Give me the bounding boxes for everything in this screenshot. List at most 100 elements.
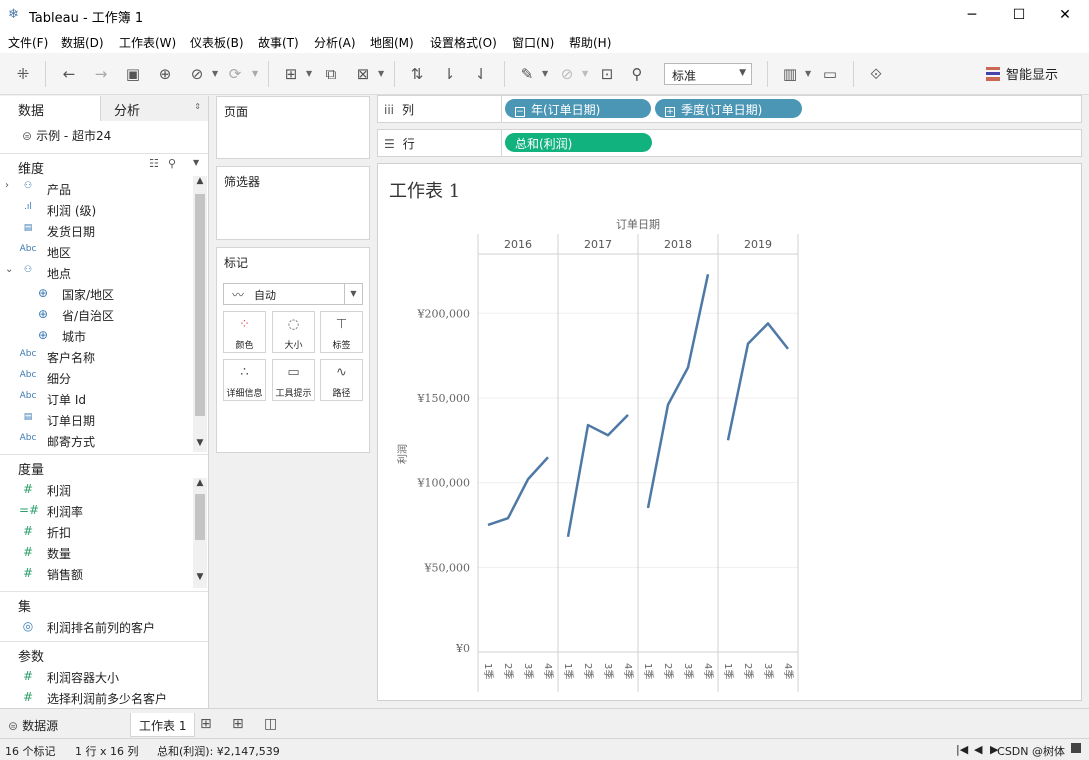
dropdown-arrow-icon[interactable]: ▼ [306, 63, 312, 85]
scrollbar-thumb[interactable] [195, 494, 205, 540]
color-button[interactable]: ⁘ 颜色 [223, 311, 266, 353]
chevron-down-icon[interactable]: ▼ [193, 158, 199, 167]
view-list-icon[interactable]: ☷ [149, 157, 159, 170]
expand-icon[interactable]: › [5, 180, 9, 191]
pill-quarter-order-date[interactable]: + 季度(订单日期) [655, 99, 802, 118]
tab-datasource[interactable]: ⊜ 数据源 [0, 713, 66, 737]
new-datasource-icon[interactable]: ⊕ [154, 63, 176, 85]
close-button[interactable]: ✕ [1042, 0, 1088, 31]
menu-story[interactable]: 故事(T) [258, 34, 299, 51]
field-item[interactable]: Abc 地区 [0, 241, 194, 262]
dropdown-arrow-icon[interactable]: ▼ [212, 63, 218, 85]
highlight-icon[interactable]: ✎ [516, 63, 538, 85]
new-story-icon[interactable]: ◫ [264, 716, 277, 732]
mark-type-select[interactable]: 〰 自动 ▼ [223, 283, 363, 305]
show-labels-icon[interactable]: ⊡ [596, 63, 618, 85]
tab-analysis[interactable]: 分析 ⇕ [100, 96, 208, 121]
field-item[interactable]: ⌄ ⚇ 地点 [0, 262, 194, 283]
minimize-button[interactable]: ─ [949, 0, 995, 31]
prev-page-icon[interactable]: ◀ [974, 743, 982, 756]
menu-format[interactable]: 设置格式(O) [430, 34, 497, 51]
field-item[interactable]: Abc 客户名称 [0, 346, 194, 367]
pill-year-order-date[interactable]: − 年(订单日期) [505, 99, 651, 118]
dropdown-arrow-icon[interactable]: ▼ [378, 63, 384, 85]
expand-icon[interactable]: + [665, 107, 675, 117]
field-item[interactable]: # 选择利润前多少名客户 [0, 687, 194, 708]
sort-descending-icon[interactable]: ⇃ [470, 63, 492, 85]
show-cards-icon[interactable]: ▥ [779, 63, 801, 85]
new-worksheet-icon[interactable]: ⊞ [280, 63, 302, 85]
maximize-button[interactable]: ☐ [996, 0, 1042, 31]
dropdown-arrow-icon[interactable]: ▼ [582, 63, 588, 85]
menu-help[interactable]: 帮助(H) [569, 34, 611, 51]
scrollbar-thumb[interactable] [195, 194, 205, 416]
dropdown-arrow-icon[interactable]: ▼ [252, 63, 258, 85]
measures-scrollbar[interactable]: ▲ ▼ [193, 478, 207, 588]
share-icon[interactable]: ⟐ [865, 63, 887, 85]
field-item[interactable]: # 利润容器大小 [0, 666, 194, 687]
search-icon[interactable]: ⚲ [168, 157, 176, 170]
new-worksheet-icon[interactable]: ⊞ [200, 716, 212, 732]
clear-sheet-icon[interactable]: ⊠ [352, 63, 374, 85]
field-item[interactable]: Abc 邮寄方式 [0, 430, 194, 451]
tooltip-button[interactable]: ▭ 工具提示 [272, 359, 315, 401]
field-item[interactable]: # 销售额 [0, 563, 194, 584]
field-item[interactable]: ◎ 利润排名前列的客户 [0, 616, 194, 637]
collapse-icon[interactable]: ⌄ [5, 264, 13, 275]
field-item[interactable]: ⊕ 省/自治区 [0, 304, 194, 325]
pages-card[interactable]: 页面 [216, 96, 370, 159]
scroll-down-icon[interactable]: ▼ [193, 438, 207, 448]
menu-worksheet[interactable]: 工作表(W) [119, 34, 176, 51]
pill-sum-profit[interactable]: 总和(利润) [505, 133, 652, 152]
menu-dashboard[interactable]: 仪表板(B) [190, 34, 244, 51]
datasource-item[interactable]: ⊜ 示例 - 超市24 [22, 127, 111, 144]
show-me-button[interactable]: 智能显示 [986, 64, 1058, 83]
menu-window[interactable]: 窗口(N) [512, 34, 554, 51]
redo-icon[interactable]: → [90, 63, 112, 85]
fit-select[interactable]: 标准 ▼ [664, 63, 752, 85]
field-item[interactable]: Abc 订单 Id [0, 388, 194, 409]
detail-button[interactable]: ∴ 详细信息 [223, 359, 266, 401]
field-item[interactable]: # 折扣 [0, 521, 194, 542]
tab-worksheet-1[interactable]: 工作表 1 [130, 713, 196, 737]
scroll-up-icon[interactable]: ▲ [193, 176, 207, 186]
field-item[interactable]: ⊕ 城市 [0, 325, 194, 346]
menu-data[interactable]: 数据(D) [61, 34, 104, 51]
first-page-icon[interactable]: |◀ [956, 743, 968, 756]
field-item[interactable]: › ⚇ 产品 [0, 178, 194, 199]
worksheet-view[interactable]: 工作表 1 订单日期 2016 2017 2018 2019 ¥0 ¥50,000 ¥100,… [377, 163, 1082, 701]
dropdown-arrow-icon[interactable]: ▼ [542, 63, 548, 85]
sort-ascending-icon[interactable]: ⇂ [438, 63, 460, 85]
field-item[interactable]: ▤ 发货日期 [0, 220, 194, 241]
scroll-down-icon[interactable]: ▼ [193, 572, 207, 582]
undo-icon[interactable]: ← [58, 63, 80, 85]
duplicate-sheet-icon[interactable]: ⧉ [320, 63, 342, 85]
rows-shelf[interactable]: ☰ 行 总和(利润) [377, 129, 1082, 157]
collapse-icon[interactable]: − [515, 107, 525, 117]
path-button[interactable]: ∿ 路径 [320, 359, 363, 401]
size-button[interactable]: ◌ 大小 [272, 311, 315, 353]
menu-map[interactable]: 地图(M) [370, 34, 414, 51]
line-chart[interactable]: 订单日期 2016 2017 2018 2019 ¥0 ¥50,000 ¥100,000 ¥15… [378, 164, 1081, 700]
dropdown-arrow-icon[interactable]: ▼ [805, 63, 811, 85]
grid-toggle-icon[interactable] [1071, 743, 1081, 753]
filters-card[interactable]: 筛选器 [216, 166, 370, 240]
field-item[interactable]: ⊕ 国家/地区 [0, 283, 194, 304]
field-item[interactable]: =# 利润率 [0, 500, 194, 521]
fix-axes-icon[interactable]: ⚲ [626, 63, 648, 85]
label-button[interactable]: ⊤ 标签 [320, 311, 363, 353]
tableau-home-icon[interactable]: ⁜ [12, 63, 34, 85]
field-item[interactable]: .ıl 利润 (级) [0, 199, 194, 220]
menu-file[interactable]: 文件(F) [8, 34, 48, 51]
columns-shelf[interactable]: iii 列 − 年(订单日期) + 季度(订单日期) [377, 95, 1082, 123]
field-item[interactable]: # 数量 [0, 542, 194, 563]
refresh-icon[interactable]: ⟳ [224, 63, 246, 85]
field-item[interactable]: # 利润 [0, 479, 194, 500]
swap-rows-columns-icon[interactable]: ⇅ [406, 63, 428, 85]
tab-data[interactable]: 数据 [0, 96, 100, 121]
pause-updates-icon[interactable]: ⊘ [186, 63, 208, 85]
save-icon[interactable]: ▣ [122, 63, 144, 85]
presentation-mode-icon[interactable]: ▭ [819, 63, 841, 85]
field-item[interactable]: Abc 细分 [0, 367, 194, 388]
group-icon[interactable]: ⊘ [556, 63, 578, 85]
